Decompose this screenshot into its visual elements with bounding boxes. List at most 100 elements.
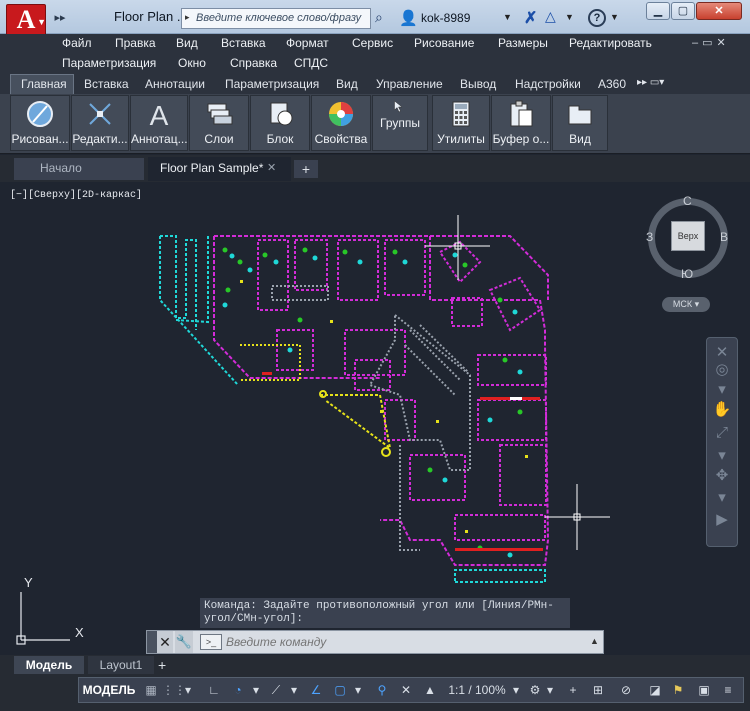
ortho-icon[interactable]: ∟ xyxy=(205,681,223,699)
chevron-down-icon[interactable]: ▾ xyxy=(510,681,522,699)
dropdown-icon[interactable]: ▾ xyxy=(711,380,733,400)
chevron-down-icon[interactable]: ▾ xyxy=(288,681,300,699)
zoom-extents-icon[interactable]: ⤢ xyxy=(711,424,733,444)
tab-parametric[interactable]: Параметризация xyxy=(225,77,319,91)
viewcube-top-face[interactable]: Верх xyxy=(671,221,705,251)
layers-panel-button[interactable]: Слои xyxy=(189,95,249,151)
tab-home[interactable]: Главная xyxy=(21,77,67,91)
snap-mode-icon[interactable]: ⋮⋮ xyxy=(162,681,186,699)
a360-icon[interactable]: △ xyxy=(545,8,556,25)
menu-parametric[interactable]: Параметризация xyxy=(62,56,156,70)
customization-menu-icon[interactable]: ≡ xyxy=(718,681,738,699)
showmotion-icon[interactable]: ▶ xyxy=(711,510,733,530)
tab-manage[interactable]: Управление xyxy=(376,77,443,91)
orbit-icon[interactable]: ✥ xyxy=(711,466,733,486)
workspace-gear-icon[interactable]: ⚙ xyxy=(526,681,544,699)
polar-tracking-icon[interactable]: ◔ xyxy=(228,681,248,699)
annotation-scale-icon[interactable]: ▲ xyxy=(420,681,440,699)
dropdown-icon[interactable]: ▾ xyxy=(711,446,733,466)
compass-south[interactable]: Ю xyxy=(681,267,693,281)
model-space-button[interactable]: МОДЕЛЬ xyxy=(82,681,136,699)
binoculars-search-icon[interactable]: ⌕ xyxy=(375,9,395,27)
object-snap-tracking-icon[interactable]: ∠ xyxy=(306,681,326,699)
user-name[interactable]: kok-8989 xyxy=(421,11,470,25)
chevron-down-icon[interactable]: ▾ xyxy=(544,681,556,699)
application-menu-button[interactable]: A ▼ xyxy=(6,4,46,36)
new-tab-button[interactable]: + xyxy=(294,160,318,178)
isolate-objects-icon[interactable]: ⊘ xyxy=(616,681,636,699)
menu-view[interactable]: Вид xyxy=(176,36,198,50)
new-layout-button[interactable]: + xyxy=(158,657,166,673)
block-panel-button[interactable]: Блок xyxy=(250,95,310,151)
grid-display-icon[interactable]: ▦ xyxy=(142,681,160,699)
groups-panel-button[interactable]: Группы xyxy=(372,95,428,151)
menu-spds[interactable]: СПДС xyxy=(294,56,328,70)
dropdown-icon[interactable]: ▾ xyxy=(711,488,733,508)
tab-view[interactable]: Вид xyxy=(336,77,358,91)
tab-start[interactable]: Начало xyxy=(14,158,144,180)
utilities-panel-button[interactable]: Утилиты xyxy=(432,95,490,151)
chevron-down-icon[interactable]: ▼ xyxy=(565,12,574,22)
user-icon[interactable]: 👤 xyxy=(399,9,418,27)
tab-a360[interactable]: A360 xyxy=(598,77,626,91)
tab-insert[interactable]: Вставка xyxy=(84,77,129,91)
search-expand-icon[interactable]: ▸ xyxy=(185,12,190,23)
tab-layout1[interactable]: Layout1 xyxy=(88,656,154,674)
menu-format[interactable]: Формат xyxy=(286,36,329,50)
close-icon[interactable]: ✕ xyxy=(267,161,276,174)
compass-east[interactable]: В xyxy=(720,230,728,244)
chevron-down-icon[interactable]: ▾ xyxy=(182,681,194,699)
floor-plan-drawing[interactable] xyxy=(0,182,750,655)
tab-model[interactable]: Модель xyxy=(14,656,84,674)
maximize-button[interactable]: ▢ xyxy=(671,2,695,20)
chevron-up-icon[interactable]: ▲ xyxy=(590,636,599,646)
view-panel-button[interactable]: Вид xyxy=(552,95,608,151)
fullscreen-icon[interactable]: ▣ xyxy=(694,681,714,699)
units-icon[interactable]: ⊞ xyxy=(588,681,608,699)
menu-tools[interactable]: Сервис xyxy=(352,36,393,50)
search-input[interactable]: ▸ Введите ключевое слово/фразу xyxy=(181,8,371,29)
tab-addins[interactable]: Надстройки xyxy=(515,77,581,91)
menu-edit[interactable]: Правка xyxy=(115,36,156,50)
object-snap-icon[interactable]: ▢ xyxy=(330,681,350,699)
plus-icon[interactable]: + xyxy=(564,681,582,699)
pan-hand-icon[interactable]: ✋ xyxy=(711,400,733,420)
chevron-down-icon[interactable]: ▼ xyxy=(610,12,619,22)
command-prompt-icon[interactable]: >_ xyxy=(200,634,222,650)
annotation-scale-value[interactable]: 1:1 / 100% xyxy=(444,681,510,699)
compass-west[interactable]: З xyxy=(646,230,653,244)
menu-dimension[interactable]: Размеры xyxy=(498,36,548,50)
menu-window[interactable]: Окно xyxy=(178,56,206,70)
tab-annotate[interactable]: Аннотации xyxy=(145,77,205,91)
compass-north[interactable]: С xyxy=(683,194,692,208)
close-icon[interactable]: ✕ xyxy=(157,631,173,653)
hardware-acceleration-icon[interactable]: ◪ xyxy=(645,681,665,699)
menu-help[interactable]: Справка xyxy=(230,56,277,70)
menu-insert[interactable]: Вставка xyxy=(221,36,266,50)
steering-wheel-icon[interactable]: ◎ xyxy=(711,360,733,380)
menu-file[interactable]: Файл xyxy=(62,36,92,50)
menu-draw[interactable]: Рисование xyxy=(414,36,474,50)
draw-panel-button[interactable]: Рисован... xyxy=(10,95,70,151)
clean-screen-icon[interactable]: ⚑ xyxy=(668,681,688,699)
minimize-button[interactable]: ▁ xyxy=(646,2,670,20)
modify-panel-button[interactable]: Редакти... xyxy=(71,95,129,151)
clipboard-panel-button[interactable]: Буфер о... xyxy=(491,95,551,151)
chevron-down-icon[interactable]: ▼ xyxy=(503,12,512,22)
chevron-down-icon[interactable]: ▾ xyxy=(352,681,364,699)
auto-scale-icon[interactable]: ✕ xyxy=(396,681,416,699)
isodraft-icon[interactable]: ⟋ xyxy=(266,681,286,699)
properties-panel-button[interactable]: Свойства xyxy=(311,95,371,151)
help-icon[interactable]: ? xyxy=(588,9,606,27)
command-input[interactable] xyxy=(226,632,586,652)
exchange-apps-icon[interactable]: ✗ xyxy=(524,8,537,28)
grip-handle-icon[interactable] xyxy=(147,631,157,653)
annotation-panel-button[interactable]: A Аннотац... xyxy=(130,95,188,151)
ribbon-more-icon[interactable]: ▸▸ ▭▾ xyxy=(637,77,664,88)
close-button[interactable]: ✕ xyxy=(696,2,742,20)
tab-output[interactable]: Вывод xyxy=(460,77,496,91)
customize-wrench-icon[interactable]: 🔧 xyxy=(175,631,193,653)
ucs-menu-button[interactable]: МСК ▾ xyxy=(662,297,710,312)
menu-modify[interactable]: Редактировать xyxy=(569,36,652,50)
annotation-visibility-icon[interactable]: ⚲ xyxy=(372,681,392,699)
